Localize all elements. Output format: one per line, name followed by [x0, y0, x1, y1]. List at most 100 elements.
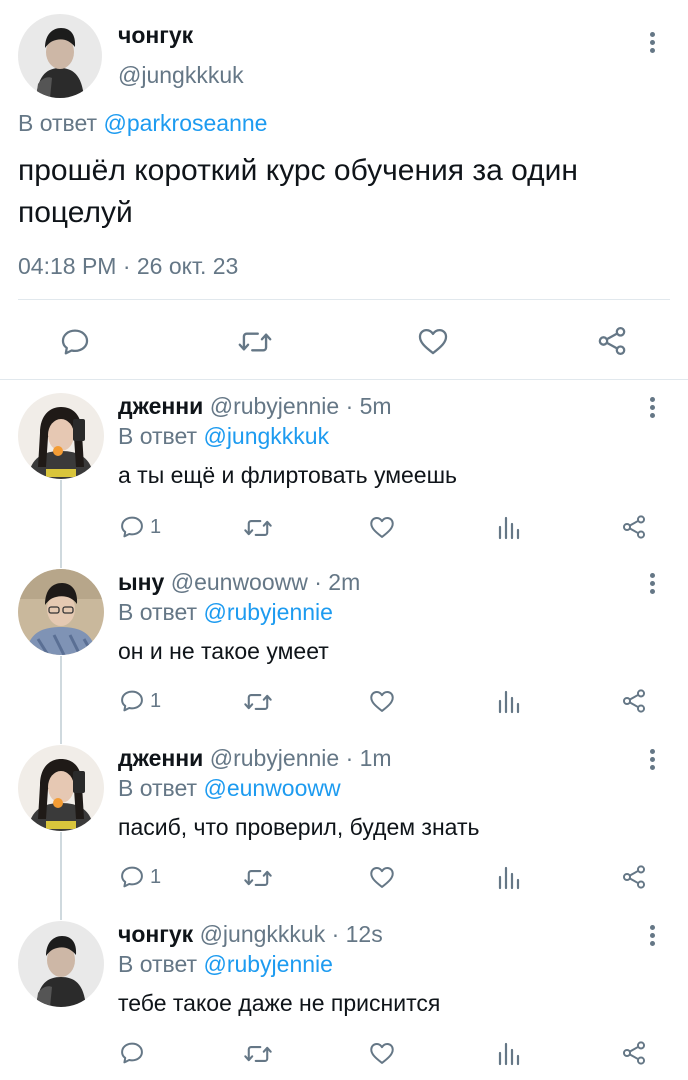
reply-header: ыну @eunwooww · 2m [118, 569, 360, 596]
more-options-icon[interactable] [640, 923, 664, 947]
reply-time: · 5m [345, 393, 392, 419]
reply-count: 1 [150, 515, 162, 538]
reply-prefix: В ответ [118, 423, 198, 449]
avatar[interactable] [18, 921, 104, 1007]
like-button[interactable] [415, 324, 451, 358]
tweet-timestamp[interactable]: 04:18 PM · 26 окт. 23 [18, 253, 238, 280]
share-button[interactable] [620, 687, 648, 715]
reply-context: В ответ @jungkkkuk [118, 423, 329, 450]
tweet-text: прошёл короткий курс обучения за один по… [18, 154, 578, 229]
more-options-icon[interactable] [640, 395, 664, 419]
share-button[interactable] [620, 863, 648, 891]
reply-mention-link[interactable]: @eunwooww [203, 775, 340, 801]
author-handle[interactable]: @rubyjennie [210, 745, 339, 771]
retweet-button[interactable] [243, 1040, 273, 1068]
author-handle[interactable]: @jungkkkuk [118, 62, 244, 89]
author-handle[interactable]: @jungkkkuk [200, 921, 326, 947]
reply-prefix: В ответ [118, 775, 198, 801]
analytics-button[interactable] [496, 688, 520, 714]
retweet-button[interactable] [237, 325, 273, 359]
more-options-icon[interactable] [640, 30, 664, 54]
share-icon [622, 865, 646, 889]
like-icon [370, 691, 394, 712]
avatar[interactable] [18, 745, 104, 831]
reply-header: чонгук @jungkkkuk · 12s [118, 921, 383, 948]
more-options-icon[interactable] [640, 747, 664, 771]
reply-icon [121, 690, 143, 712]
analytics-icon [498, 866, 520, 890]
analytics-icon [498, 690, 520, 714]
reply-tweet[interactable]: ыну @eunwooww · 2m В ответ @rubyjennie о… [0, 556, 688, 732]
reply-mention-link[interactable]: @rubyjennie [203, 951, 332, 977]
reply-text: пасиб, что проверил, будем знать [118, 814, 480, 840]
author-handle[interactable]: @eunwooww [171, 569, 308, 595]
avatar[interactable] [18, 393, 104, 479]
reply-mention-link[interactable]: @rubyjennie [203, 599, 332, 625]
analytics-icon [498, 516, 520, 540]
avatar-photo-jungkook [18, 14, 102, 98]
share-button[interactable] [620, 513, 648, 541]
analytics-button[interactable] [496, 1040, 520, 1066]
reply-context: В ответ @eunwooww [118, 775, 341, 802]
like-button[interactable] [368, 687, 396, 715]
reply-icon [121, 866, 143, 888]
share-icon [622, 1041, 646, 1065]
reply-button[interactable] [118, 1039, 150, 1067]
avatar[interactable] [18, 14, 102, 98]
author-name[interactable]: дженни [118, 745, 203, 771]
reply-icon [61, 329, 89, 355]
retweet-button[interactable] [243, 864, 273, 892]
share-button[interactable] [594, 324, 630, 358]
author-name[interactable]: дженни [118, 393, 203, 419]
analytics-button[interactable] [496, 514, 520, 540]
reply-button[interactable]: 1 [118, 513, 161, 541]
like-icon [418, 328, 448, 355]
reply-button[interactable] [58, 325, 92, 359]
avatar-photo-eunwoo [18, 569, 104, 655]
reply-header: дженни @rubyjennie · 1m [118, 745, 392, 772]
reply-context: В ответ @rubyjennie [118, 599, 333, 626]
like-button[interactable] [368, 1039, 396, 1067]
avatar-photo-jennie [18, 745, 104, 831]
share-icon [622, 689, 646, 713]
author-name[interactable]: чонгук [118, 921, 193, 947]
like-button[interactable] [368, 513, 396, 541]
reply-text: а ты ещё и флиртовать умеешь [118, 462, 458, 488]
reply-button[interactable]: 1 [118, 687, 161, 715]
reply-header: дженни @rubyjennie · 5m [118, 393, 392, 420]
like-icon [370, 517, 394, 538]
more-options-icon[interactable] [640, 571, 664, 595]
avatar-photo-jungkook [18, 921, 104, 1007]
author-handle[interactable]: @rubyjennie [210, 393, 339, 419]
avatar[interactable] [18, 569, 104, 655]
reply-button[interactable]: 1 [118, 863, 161, 891]
reply-time: · 1m [345, 745, 392, 771]
retweet-icon [244, 694, 272, 710]
author-name[interactable]: ыну [118, 569, 164, 595]
reply-mention-link[interactable]: @jungkkkuk [203, 423, 329, 449]
avatar-photo-jennie [18, 393, 104, 479]
share-button[interactable] [620, 1039, 648, 1067]
retweet-icon [244, 520, 272, 536]
retweet-icon [244, 1046, 272, 1062]
reply-mention-link[interactable]: @parkroseanne [103, 110, 267, 136]
analytics-button[interactable] [496, 864, 520, 890]
reply-icon [121, 1042, 143, 1064]
reply-tweet[interactable]: дженни @rubyjennie · 1m В ответ @eunwoow… [0, 732, 688, 908]
reply-tweet[interactable]: дженни @rubyjennie · 5m В ответ @jungkkk… [0, 380, 688, 556]
retweet-button[interactable] [243, 514, 273, 542]
retweet-icon [238, 332, 272, 352]
reply-time: · 12s [331, 921, 383, 947]
like-icon [370, 867, 394, 888]
reply-text: он и не такое умеет [118, 638, 329, 664]
reply-context: В ответ @rubyjennie [118, 951, 333, 978]
retweet-button[interactable] [243, 688, 273, 716]
reply-prefix: В ответ [118, 599, 198, 625]
like-icon [370, 1043, 394, 1064]
reply-tweet[interactable]: чонгук @jungkkkuk · 12s В ответ @rubyjen… [0, 908, 688, 1080]
reply-prefix: В ответ [18, 110, 98, 136]
author-name[interactable]: чонгук [118, 22, 193, 49]
main-tweet: чонгук @jungkkkuk В ответ @parkroseanne … [0, 0, 688, 380]
reply-count: 1 [150, 689, 162, 712]
like-button[interactable] [368, 863, 396, 891]
